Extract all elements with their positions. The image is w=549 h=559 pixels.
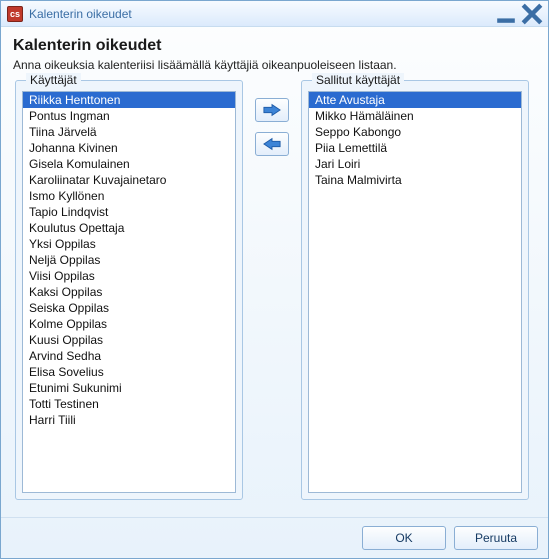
list-item[interactable]: Kaksi Oppilas: [23, 284, 235, 300]
cancel-button[interactable]: Peruuta: [454, 526, 538, 550]
list-item[interactable]: Neljä Oppilas: [23, 252, 235, 268]
allowed-fieldset: Sallitut käyttäjät Atte AvustajaMikko Hä…: [301, 80, 529, 500]
close-icon: [521, 3, 543, 25]
list-item[interactable]: Harri Tiili: [23, 412, 235, 428]
list-item[interactable]: Koulutus Opettaja: [23, 220, 235, 236]
users-legend: Käyttäjät: [26, 73, 81, 87]
add-user-button[interactable]: [255, 98, 289, 122]
minimize-icon: [495, 3, 517, 25]
header-section: Kalenterin oikeudet Anna oikeuksia kalen…: [13, 37, 536, 72]
list-item[interactable]: Taina Malmivirta: [309, 172, 521, 188]
list-item[interactable]: Karoliinatar Kuvajainetaro: [23, 172, 235, 188]
list-item[interactable]: Pontus Ingman: [23, 108, 235, 124]
list-item[interactable]: Atte Avustaja: [309, 92, 521, 108]
list-item[interactable]: Viisi Oppilas: [23, 268, 235, 284]
list-item[interactable]: Jari Loiri: [309, 156, 521, 172]
dialog-subtitle: Anna oikeuksia kalenteriisi lisäämällä k…: [13, 58, 536, 72]
users-fieldset: Käyttäjät Riikka HenttonenPontus IngmanT…: [15, 80, 243, 500]
titlebar: cs Kalenterin oikeudet: [1, 1, 548, 27]
list-item[interactable]: Arvind Sedha: [23, 348, 235, 364]
list-item[interactable]: Seiska Oppilas: [23, 300, 235, 316]
minimize-button[interactable]: [494, 5, 518, 23]
arrow-right-icon: [263, 103, 281, 117]
list-item[interactable]: Tapio Lindqvist: [23, 204, 235, 220]
list-item[interactable]: Kolme Oppilas: [23, 316, 235, 332]
list-item[interactable]: Elisa Sovelius: [23, 364, 235, 380]
list-item[interactable]: Riikka Henttonen: [23, 92, 235, 108]
dialog-title: Kalenterin oikeudet: [13, 37, 536, 55]
lists-area: Käyttäjät Riikka HenttonenPontus IngmanT…: [13, 80, 536, 509]
list-item[interactable]: Kuusi Oppilas: [23, 332, 235, 348]
arrow-left-icon: [263, 137, 281, 151]
arrow-controls: [245, 80, 299, 509]
list-item[interactable]: Mikko Hämäläinen: [309, 108, 521, 124]
list-item[interactable]: Seppo Kabongo: [309, 124, 521, 140]
list-item[interactable]: Piia Lemettilä: [309, 140, 521, 156]
list-item[interactable]: Totti Testinen: [23, 396, 235, 412]
users-listbox[interactable]: Riikka HenttonenPontus IngmanTiina Järve…: [22, 91, 236, 493]
dialog-window: cs Kalenterin oikeudet Kalenterin oikeud…: [0, 0, 549, 559]
list-item[interactable]: Etunimi Sukunimi: [23, 380, 235, 396]
window-title: Kalenterin oikeudet: [29, 7, 492, 21]
allowed-listbox[interactable]: Atte AvustajaMikko HämäläinenSeppo Kabon…: [308, 91, 522, 493]
list-item[interactable]: Tiina Järvelä: [23, 124, 235, 140]
list-item[interactable]: Gisela Komulainen: [23, 156, 235, 172]
dialog-content: Kalenterin oikeudet Anna oikeuksia kalen…: [1, 27, 548, 517]
allowed-legend: Sallitut käyttäjät: [312, 73, 404, 87]
close-button[interactable]: [520, 5, 544, 23]
remove-user-button[interactable]: [255, 132, 289, 156]
list-item[interactable]: Ismo Kyllönen: [23, 188, 235, 204]
list-item[interactable]: Yksi Oppilas: [23, 236, 235, 252]
ok-button[interactable]: OK: [362, 526, 446, 550]
app-icon: cs: [7, 6, 23, 22]
list-item[interactable]: Johanna Kivinen: [23, 140, 235, 156]
dialog-footer: OK Peruuta: [1, 517, 548, 558]
